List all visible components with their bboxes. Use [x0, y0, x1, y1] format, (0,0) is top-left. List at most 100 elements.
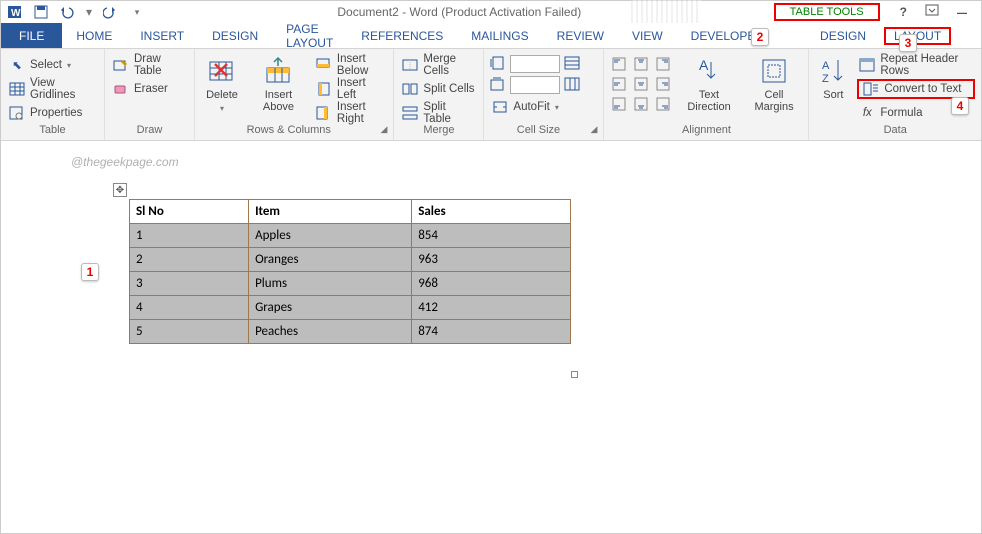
table-cell[interactable]: 2 [130, 248, 249, 272]
watermark-text: @thegeekpage.com [71, 155, 945, 169]
repeat-header-rows-button[interactable]: Repeat Header Rows [857, 55, 975, 75]
group-label-cell-size: Cell Size◢ [490, 124, 597, 139]
properties-button[interactable]: Properties [7, 103, 98, 123]
tab-home[interactable]: HOME [62, 23, 126, 48]
tab-review[interactable]: REVIEW [543, 23, 618, 48]
tab-table-layout[interactable]: LAYOUT [884, 27, 951, 45]
insert-right-button[interactable]: Insert Right [314, 103, 388, 123]
sort-az-icon: AZ [817, 55, 849, 87]
split-cells-button[interactable]: Split Cells [400, 79, 477, 99]
table-cell[interactable]: 4 [130, 296, 249, 320]
autofit-icon [492, 99, 508, 115]
save-icon[interactable] [33, 4, 49, 20]
split-table-button[interactable]: Split Table [400, 103, 477, 123]
select-button[interactable]: ⬉Select ▾ [7, 55, 98, 75]
row-height-field[interactable] [510, 55, 560, 73]
ribbon-display-options-icon[interactable] [925, 4, 939, 21]
gridlines-icon [9, 81, 25, 97]
table-cell[interactable]: Peaches [249, 320, 412, 344]
document-table[interactable]: Sl NoItemSales1Apples8542Oranges9633Plum… [129, 199, 571, 344]
minimize-icon[interactable]: – [957, 8, 967, 16]
table-move-handle-icon[interactable]: ✥ [113, 183, 127, 197]
table-cell[interactable]: 963 [412, 248, 571, 272]
sort-button[interactable]: AZ Sort [815, 53, 851, 121]
convert-to-text-button[interactable]: Convert to Text [857, 79, 975, 99]
tab-insert[interactable]: INSERT [126, 23, 198, 48]
table-cell[interactable]: 874 [412, 320, 571, 344]
insert-above-icon [262, 55, 294, 87]
distribute-rows-icon[interactable] [564, 56, 580, 73]
cell-margins-icon [758, 55, 790, 87]
group-label-merge: Merge [400, 124, 477, 139]
delete-button[interactable]: Delete▾ [201, 53, 243, 121]
dialog-launcher-icon[interactable]: ◢ [381, 124, 388, 135]
col-width-icon [490, 77, 506, 94]
title-bar: W ▾ ▾ Document2 - Word (Product Activati… [1, 1, 981, 23]
pencil-table-icon [113, 57, 129, 73]
table-row: 1Apples854 [130, 224, 571, 248]
insert-left-icon [316, 81, 332, 97]
table-cell[interactable]: 412 [412, 296, 571, 320]
align-bot-left-icon[interactable] [610, 95, 628, 113]
align-bot-center-icon[interactable] [632, 95, 650, 113]
table-cell[interactable]: Plums [249, 272, 412, 296]
table-resize-handle-icon[interactable] [571, 371, 578, 378]
help-icon[interactable]: ? [900, 5, 907, 19]
align-mid-right-icon[interactable] [654, 75, 672, 93]
table-header-cell[interactable]: Sales [412, 200, 571, 224]
merge-cells-button[interactable]: Merge Cells [400, 55, 477, 75]
insert-left-button[interactable]: Insert Left [314, 79, 388, 99]
row-height-icon [490, 56, 506, 73]
tab-references[interactable]: REFERENCES [347, 23, 457, 48]
tab-table-design[interactable]: DESIGN [806, 23, 880, 48]
table-cell[interactable]: 968 [412, 272, 571, 296]
table-cell[interactable]: Grapes [249, 296, 412, 320]
table-cell[interactable]: 1 [130, 224, 249, 248]
insert-below-button[interactable]: Insert Below [314, 55, 388, 75]
align-top-left-icon[interactable] [610, 55, 628, 73]
table-cell[interactable]: 3 [130, 272, 249, 296]
cell-margins-button[interactable]: Cell Margins [746, 53, 803, 121]
draw-table-button[interactable]: Draw Table [111, 55, 188, 75]
tab-mailings[interactable]: MAILINGS [457, 23, 542, 48]
dialog-launcher-icon[interactable]: ◢ [591, 124, 598, 135]
col-width-field[interactable] [510, 76, 560, 94]
split-table-icon [402, 105, 418, 121]
svg-text:Z: Z [822, 73, 829, 85]
decorative-overlay [631, 0, 701, 23]
annotation-2: 2 [751, 28, 769, 46]
tab-file[interactable]: FILE [1, 23, 62, 48]
align-mid-center-icon[interactable] [632, 75, 650, 93]
table-header-cell[interactable]: Sl No [130, 200, 249, 224]
align-top-center-icon[interactable] [632, 55, 650, 73]
table-cell[interactable]: 854 [412, 224, 571, 248]
tab-design[interactable]: DESIGN [198, 23, 272, 48]
ribbon-tabs: FILE HOME INSERT DESIGN PAGE LAYOUT REFE… [1, 23, 981, 49]
annotation-4: 4 [951, 97, 969, 115]
tab-view[interactable]: VIEW [618, 23, 677, 48]
group-label-rows-cols: Rows & Columns◢ [201, 124, 387, 139]
autofit-button[interactable]: AutoFit ▾ [490, 97, 580, 117]
align-bot-right-icon[interactable] [654, 95, 672, 113]
table-cell[interactable]: Oranges [249, 248, 412, 272]
qat-customize-icon[interactable]: ▾ [129, 4, 145, 20]
table-cell[interactable]: Apples [249, 224, 412, 248]
table-header-cell[interactable]: Item [249, 200, 412, 224]
text-direction-button[interactable]: A Text Direction [678, 53, 739, 121]
insert-above-button[interactable]: Insert Above [249, 53, 308, 121]
eraser-button[interactable]: Eraser [111, 79, 188, 99]
align-top-right-icon[interactable] [654, 55, 672, 73]
table-cell[interactable]: 5 [130, 320, 249, 344]
undo-icon[interactable] [59, 4, 75, 20]
quick-access-toolbar: W ▾ ▾ [3, 4, 145, 20]
distribute-cols-icon[interactable] [564, 77, 580, 94]
redo-icon[interactable] [103, 4, 119, 20]
svg-text:A: A [699, 57, 709, 73]
merge-cells-icon [402, 57, 418, 73]
word-app-icon[interactable]: W [7, 4, 23, 20]
ribbon-layout: ⬉Select ▾ View Gridlines Properties Tabl… [1, 49, 981, 141]
view-gridlines-button[interactable]: View Gridlines [7, 79, 98, 99]
undo-dropdown-icon[interactable]: ▾ [85, 4, 93, 20]
align-mid-left-icon[interactable] [610, 75, 628, 93]
tab-page-layout[interactable]: PAGE LAYOUT [272, 23, 347, 48]
